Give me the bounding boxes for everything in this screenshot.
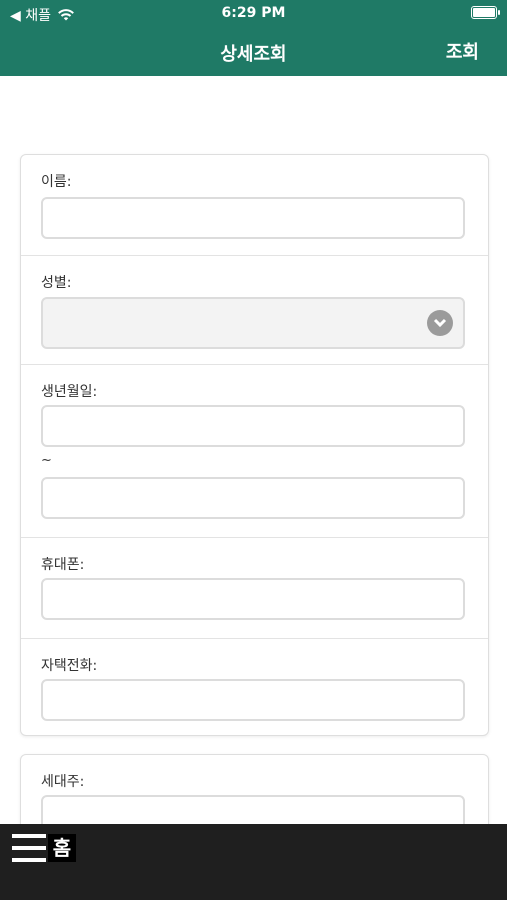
mobile-field-group: 휴대폰: [21, 538, 488, 639]
mobile-input[interactable] [41, 578, 465, 620]
form-scroll-area[interactable]: 이름: 성별: 생년월일: ~ 휴대폰: 자택전화: 세대주: [0, 76, 507, 824]
date-range-separator: ~ [41, 453, 52, 468]
menu-icon[interactable] [12, 834, 46, 862]
page-title: 상세조회 [220, 44, 287, 65]
birthdate-label: 생년월일: [41, 384, 98, 400]
nav-bar: 상세조회 조회 [0, 28, 507, 76]
birthdate-from-input[interactable] [41, 405, 465, 447]
birthdate-field-group: 생년월일: ~ [21, 365, 488, 538]
household-head-label: 세대주: [41, 774, 85, 790]
home-phone-field-group: 자택전화: [21, 639, 488, 737]
household-card: 세대주: [20, 754, 489, 824]
status-bar: ◀ 채플 6:29 PM [0, 0, 507, 28]
home-phone-input[interactable] [41, 679, 465, 721]
battery-icon [471, 6, 500, 19]
search-submit-button[interactable]: 조회 [446, 38, 479, 64]
home-phone-label: 자택전화: [41, 658, 98, 674]
name-input[interactable] [41, 197, 465, 239]
gender-select[interactable] [41, 297, 465, 349]
search-form-card: 이름: 성별: 생년월일: ~ 휴대폰: 자택전화: [20, 154, 489, 736]
birthdate-to-input[interactable] [41, 477, 465, 519]
gender-field-group: 성별: [21, 256, 488, 365]
household-head-input[interactable] [41, 795, 465, 824]
name-field-group: 이름: [21, 155, 488, 256]
gender-label: 성별: [41, 275, 72, 291]
home-button[interactable]: 홈 [48, 834, 76, 862]
name-label: 이름: [41, 174, 72, 190]
status-time: 6:29 PM [221, 5, 286, 21]
mobile-label: 휴대폰: [41, 557, 85, 573]
chevron-down-icon [427, 310, 453, 336]
household-head-field-group: 세대주: [21, 755, 488, 824]
battery-indicator [471, 6, 500, 19]
bottom-bar: 홈 [0, 824, 507, 900]
